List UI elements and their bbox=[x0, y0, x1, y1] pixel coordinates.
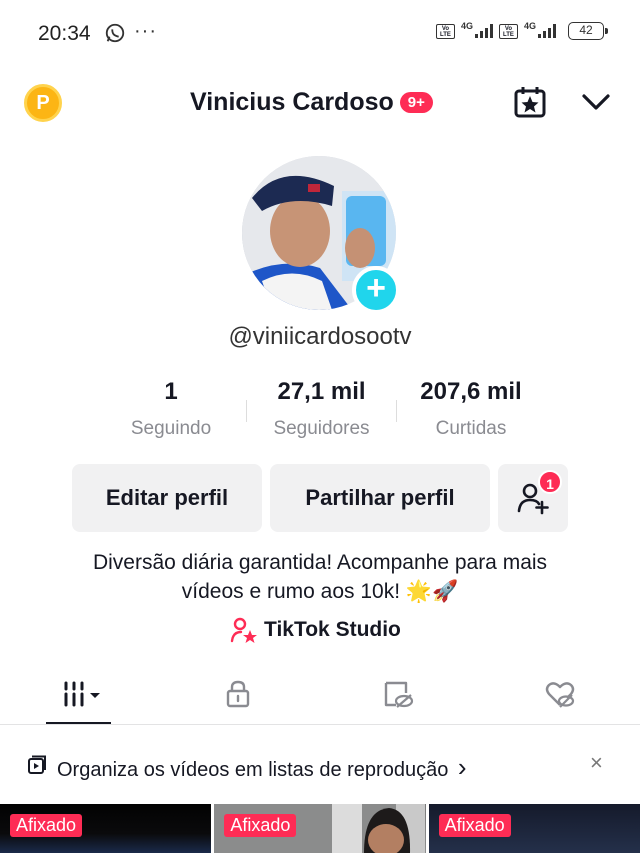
status-bar: 20:34 ··· Vo LTE 4G Vo LTE 4G 42 bbox=[0, 0, 640, 70]
stat-value: 207,6 mil bbox=[420, 378, 522, 405]
video-thumbnail[interactable]: Afixado bbox=[428, 804, 640, 853]
content-tabs bbox=[0, 668, 640, 725]
chevron-down-icon[interactable] bbox=[580, 88, 612, 116]
calendar-star-icon[interactable] bbox=[512, 84, 548, 120]
network-type-1: 4G bbox=[460, 21, 473, 31]
status-time: 20:34 bbox=[38, 22, 91, 45]
coin-icon[interactable]: P bbox=[24, 84, 62, 122]
lock-icon bbox=[226, 680, 250, 708]
video-thumbnail[interactable]: Afixado bbox=[0, 804, 212, 853]
video-thumbnail[interactable]: Afixado bbox=[214, 804, 426, 853]
pinned-badge: Afixado bbox=[438, 814, 511, 837]
whatsapp-icon bbox=[105, 23, 125, 43]
bio-line: Diversão diária garantida! Acompanhe par… bbox=[92, 551, 548, 574]
notification-badge: 9+ bbox=[399, 92, 433, 113]
stat-following[interactable]: 1 Seguindo bbox=[96, 378, 246, 448]
volte-icon: Vo LTE bbox=[435, 23, 455, 39]
more-notifications-icon: ··· bbox=[134, 20, 157, 42]
page-title: Vinicius Cardoso bbox=[190, 88, 394, 116]
playlist-banner[interactable]: Organiza os vídeos em listas de reproduç… bbox=[0, 726, 640, 802]
add-avatar-button[interactable]: + bbox=[352, 266, 400, 314]
stat-followers[interactable]: 27,1 mil Seguidores bbox=[247, 378, 396, 448]
battery-icon: 42 bbox=[568, 22, 608, 40]
stat-label: Seguidores bbox=[273, 418, 370, 439]
tab-liked[interactable] bbox=[530, 668, 590, 720]
close-icon[interactable]: × bbox=[590, 750, 603, 776]
profile-stats: 1 Seguindo 27,1 mil Seguidores 207,6 mil… bbox=[96, 378, 546, 448]
playlist-banner-text[interactable]: Organiza os vídeos em listas de reproduç… bbox=[57, 752, 467, 783]
videos-grid-icon bbox=[64, 681, 100, 707]
chevron-right-icon: › bbox=[457, 752, 467, 782]
signal-icon bbox=[474, 24, 493, 38]
heart-hidden-icon bbox=[545, 682, 575, 708]
repost-hidden-icon bbox=[384, 681, 414, 708]
tab-reposts[interactable] bbox=[368, 668, 428, 720]
profile-bio: Diversão diária garantida! Acompanhe par… bbox=[0, 548, 640, 606]
stat-likes[interactable]: 207,6 mil Curtidas bbox=[397, 378, 545, 448]
network-type-2: 4G bbox=[523, 21, 536, 31]
stat-value: 27,1 mil bbox=[277, 378, 366, 405]
edit-profile-button[interactable]: Editar perfil bbox=[72, 464, 262, 532]
volte-icon-2: Vo LTE bbox=[498, 23, 518, 39]
tabs-divider bbox=[0, 724, 640, 725]
username-switcher[interactable]: Vinicius Cardoso 9+ bbox=[190, 88, 433, 117]
stat-value: 1 bbox=[164, 378, 178, 405]
playlist-icon bbox=[28, 755, 46, 774]
friend-requests-badge: 1 bbox=[538, 470, 562, 494]
stat-label: Curtidas bbox=[435, 418, 507, 439]
add-friends-button[interactable]: 1 bbox=[498, 464, 568, 532]
video-grid: Afixado Afixado Afixado bbox=[0, 804, 640, 853]
profile-handle: @viniicardosootv bbox=[228, 323, 412, 350]
tiktok-studio-link[interactable]: TikTok Studio bbox=[230, 617, 401, 643]
share-profile-button[interactable]: Partilhar perfil bbox=[270, 464, 490, 532]
tab-private[interactable] bbox=[208, 668, 268, 720]
studio-icon bbox=[230, 617, 257, 643]
status-indicators: Vo LTE 4G Vo LTE 4G 42 bbox=[435, 21, 608, 40]
bio-line: vídeos e rumo aos 10k! 🌟🚀 bbox=[181, 580, 459, 603]
stat-label: Seguindo bbox=[130, 418, 212, 439]
signal-icon-2 bbox=[538, 24, 556, 38]
pinned-badge: Afixado bbox=[10, 814, 83, 837]
pinned-badge: Afixado bbox=[224, 814, 297, 837]
profile-header: P Vinicius Cardoso 9+ bbox=[0, 76, 640, 132]
studio-label: TikTok Studio bbox=[264, 618, 401, 641]
tab-videos[interactable] bbox=[52, 668, 112, 720]
banner-label: Organiza os vídeos em listas de reproduç… bbox=[57, 759, 449, 781]
